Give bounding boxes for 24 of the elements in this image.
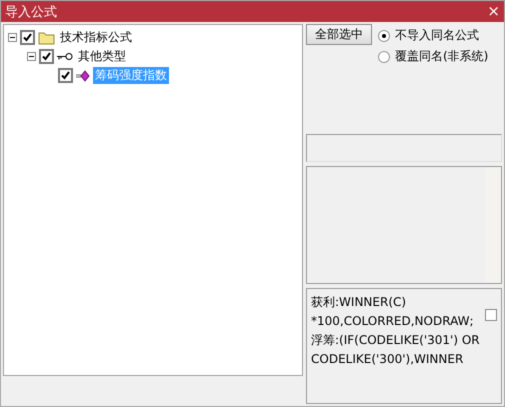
formula-line: 浮筹:(IF(CODELIKE('301') OR xyxy=(311,332,481,349)
input-field[interactable] xyxy=(306,134,502,162)
checkbox[interactable] xyxy=(485,309,497,321)
checkbox[interactable] xyxy=(20,30,35,45)
diamond-icon xyxy=(76,70,90,82)
select-all-button[interactable]: 全部选中 xyxy=(306,24,372,45)
window-title: 导入公式 xyxy=(5,4,57,20)
close-button[interactable]: × xyxy=(487,4,500,19)
folder-icon xyxy=(38,30,55,44)
scrollbar[interactable] xyxy=(485,167,501,283)
radio-button[interactable] xyxy=(378,50,390,62)
option-label[interactable]: 覆盖同名(非系统) xyxy=(395,48,488,65)
tree-item[interactable]: 其他类型 xyxy=(76,48,128,65)
checkbox[interactable] xyxy=(39,49,54,64)
checkbox[interactable] xyxy=(58,68,73,83)
key-icon xyxy=(57,52,73,61)
formula-line: CODELIKE('300'),WINNER xyxy=(311,351,464,368)
collapse-icon[interactable] xyxy=(8,33,17,42)
tree-item[interactable]: 技术指标公式 xyxy=(58,29,134,46)
formula-line: *100,COLORRED,NODRAW; xyxy=(311,313,475,330)
collapse-icon[interactable] xyxy=(27,52,36,61)
formula-line: 获利:WINNER(C) xyxy=(311,294,408,311)
option-label[interactable]: 不导入同名公式 xyxy=(395,27,479,44)
radio-button[interactable] xyxy=(378,30,390,42)
